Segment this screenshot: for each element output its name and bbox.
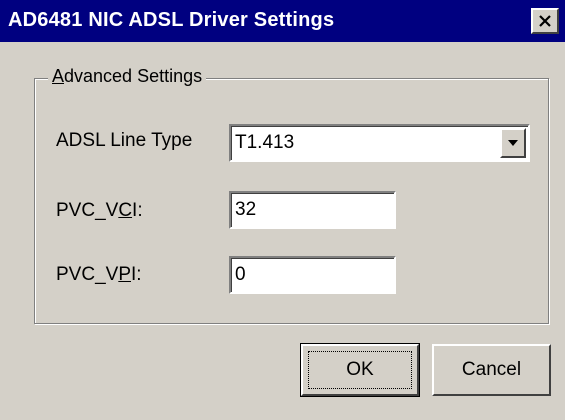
line-type-dropdown[interactable]: T1.413: [229, 124, 530, 162]
dialog-window: AD6481 NIC ADSL Driver Settings Advanced…: [0, 0, 565, 420]
group-title: Advanced Settings: [48, 66, 207, 87]
vpi-input[interactable]: 0: [229, 256, 396, 294]
window-title: AD6481 NIC ADSL Driver Settings: [8, 9, 335, 31]
vci-input[interactable]: 32: [229, 191, 396, 229]
vpi-label-accel: P: [118, 264, 131, 285]
group-title-accel: A: [52, 66, 65, 86]
vpi-value: 0: [235, 264, 246, 285]
cancel-button[interactable]: Cancel: [432, 344, 551, 396]
vpi-label-pre: PVC_V: [56, 264, 119, 285]
vci-label: PVC_VCI:: [56, 200, 143, 222]
title-bar[interactable]: AD6481 NIC ADSL Driver Settings: [0, 0, 565, 42]
dropdown-button[interactable]: [500, 128, 526, 158]
line-type-label: ADSL Line Type: [56, 130, 193, 151]
line-type-value: T1.413: [235, 132, 295, 153]
vci-value: 32: [235, 199, 257, 220]
vpi-label-post: I:: [131, 264, 142, 285]
vci-label-post: I:: [132, 200, 143, 221]
close-icon: [539, 15, 551, 27]
ok-button[interactable]: OK: [300, 343, 420, 397]
ok-label: OK: [346, 359, 374, 380]
cancel-label: Cancel: [461, 359, 522, 380]
vci-label-accel: C: [118, 200, 133, 221]
chevron-down-icon: [508, 140, 518, 146]
vpi-label: PVC_VPI:: [56, 264, 142, 286]
close-button[interactable]: [531, 8, 559, 34]
group-title-rest: dvanced Settings: [64, 66, 203, 86]
vci-label-pre: PVC_V: [56, 200, 119, 221]
